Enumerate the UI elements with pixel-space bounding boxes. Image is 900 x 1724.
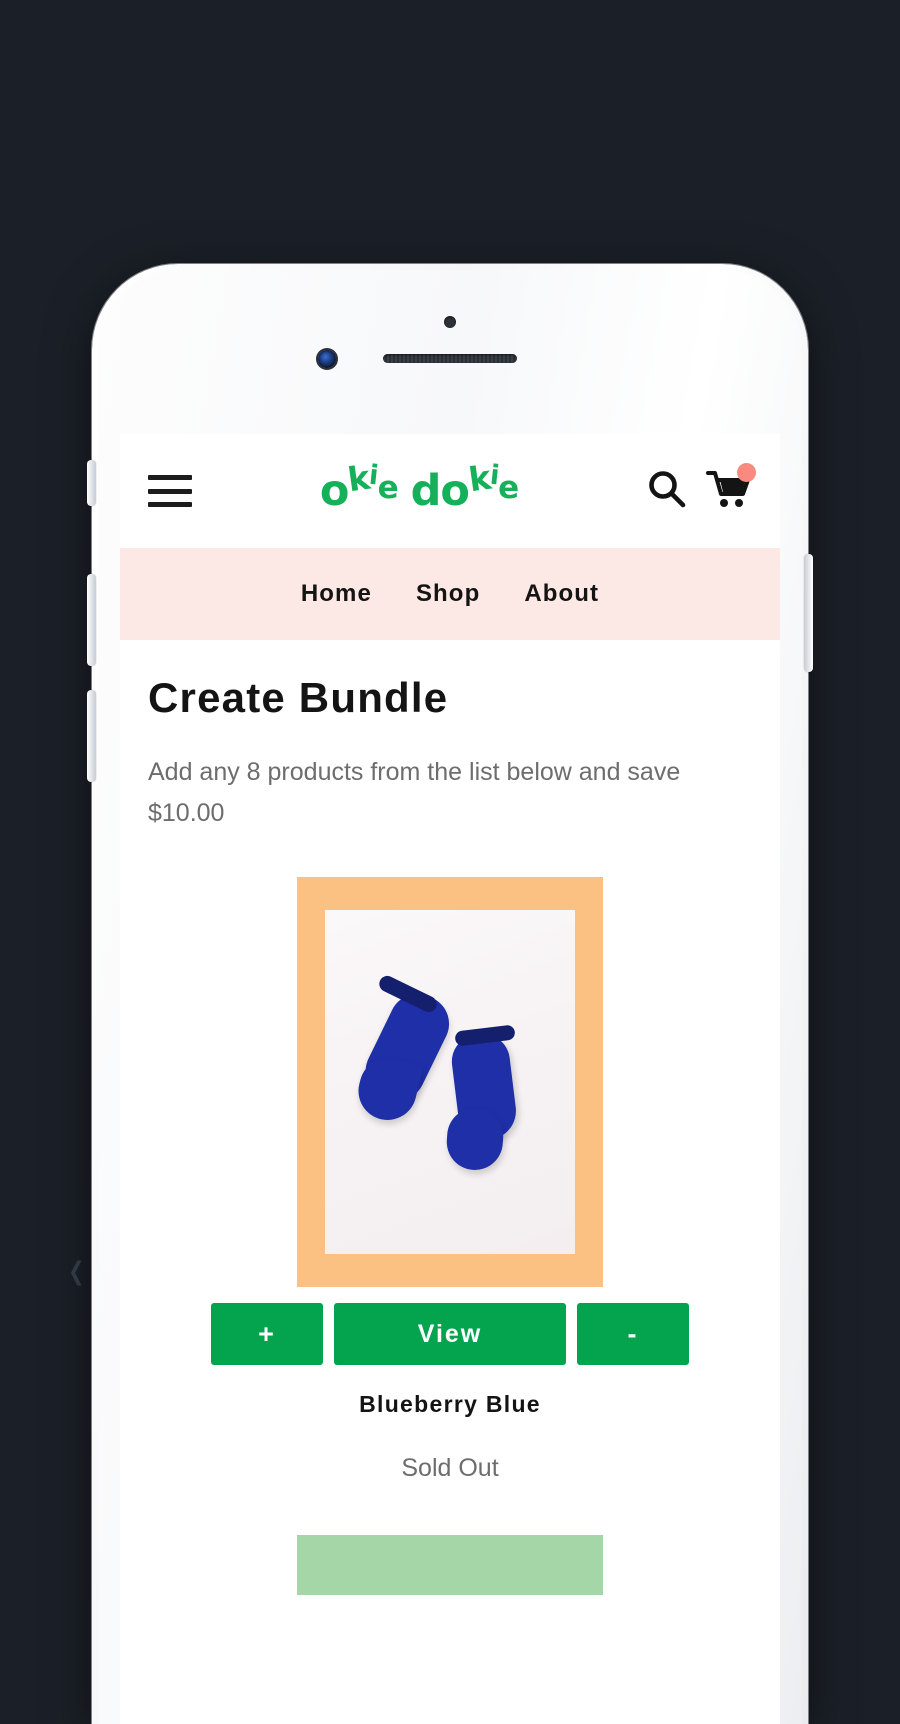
main-navigation: Home Shop About [120,548,780,640]
product-action-row: + View - [148,1303,752,1365]
power-button[interactable] [804,554,813,672]
cart-item-badge [737,463,756,482]
site-logo[interactable]: o k i e d o k i e [192,473,646,510]
product-photo[interactable] [325,910,575,1254]
page-title: Create Bundle [148,674,752,722]
logo-letter: e [378,475,398,501]
search-icon[interactable] [646,468,688,515]
nav-item-home[interactable]: Home [301,580,372,608]
product-name: Blueberry Blue [148,1391,752,1418]
add-to-bundle-button[interactable]: + [211,1303,323,1365]
page-content: Create Bundle Add any 8 products from th… [120,640,780,1595]
mute-switch-button[interactable] [87,460,96,506]
volume-up-button[interactable] [87,574,96,666]
sock-left-foot [352,1052,423,1126]
nav-item-about[interactable]: About [524,580,599,608]
view-product-button[interactable]: View [334,1303,566,1365]
phone-device-frame: o k i e d o k i e [92,264,808,1724]
remove-from-bundle-button[interactable]: - [577,1303,689,1365]
header-icon-group [646,468,752,515]
phone-screen: o k i e d o k i e [120,434,780,1724]
logo-letter: o [320,473,349,510]
cart-button[interactable] [706,468,752,515]
front-camera-icon [318,350,336,368]
logo-letter: e [498,475,518,501]
hamburger-bar [148,475,192,480]
site-header: o k i e d o k i e [120,434,780,548]
hamburger-menu-icon[interactable] [148,475,192,507]
product-stock-status: Sold Out [148,1454,752,1483]
proximity-sensor-icon [444,316,456,328]
volume-down-button[interactable] [87,690,96,782]
hamburger-bar [148,502,192,507]
scroll-left-chevron-icon: ❮ [68,1260,85,1285]
hamburger-bar [148,489,192,494]
earpiece-speaker [383,354,517,363]
next-product-image-frame[interactable] [297,1535,603,1595]
page-subtitle: Add any 8 products from the list below a… [148,752,748,833]
logo-letter: d [411,473,441,510]
product-image-frame [297,877,603,1287]
nav-item-shop[interactable]: Shop [416,580,480,608]
product-card: + View - Blueberry Blue Sold Out [148,877,752,1483]
logo-letter: o [440,473,469,510]
